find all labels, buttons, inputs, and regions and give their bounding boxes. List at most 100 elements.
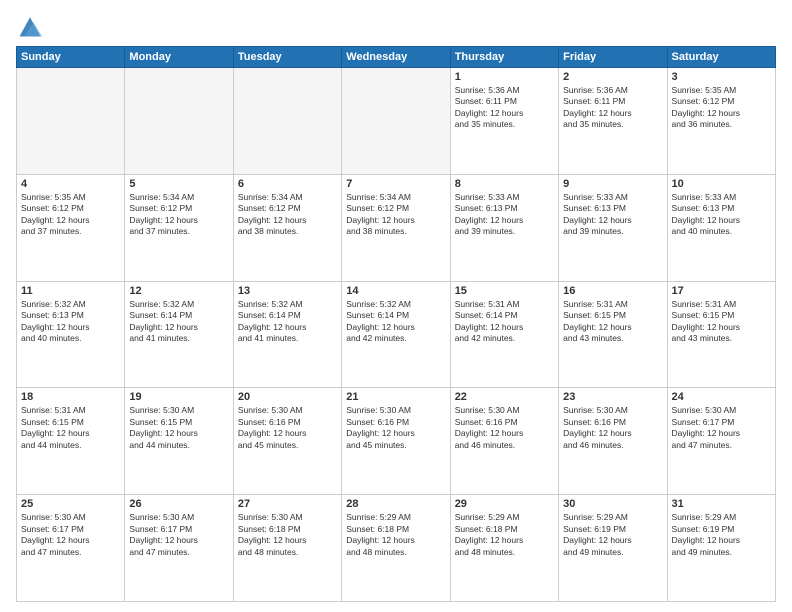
day-info: Sunrise: 5:32 AM Sunset: 6:14 PM Dayligh… [346,299,445,345]
day-info: Sunrise: 5:30 AM Sunset: 6:16 PM Dayligh… [563,405,662,451]
day-number: 2 [563,71,662,83]
day-number: 13 [238,285,337,297]
calendar-week-row: 18 Sunrise: 5:31 AM Sunset: 6:15 PM Dayli… [17,388,776,495]
calendar-cell: 11 Sunrise: 5:32 AM Sunset: 6:13 PM Dayli… [17,281,125,388]
day-info: Sunrise: 5:30 AM Sunset: 6:15 PM Dayligh… [129,405,228,451]
day-number: 30 [563,498,662,510]
day-number: 7 [346,178,445,190]
day-number: 21 [346,391,445,403]
day-info: Sunrise: 5:35 AM Sunset: 6:12 PM Dayligh… [672,85,771,131]
day-number: 3 [672,71,771,83]
day-number: 9 [563,178,662,190]
calendar-cell: 15 Sunrise: 5:31 AM Sunset: 6:14 PM Dayli… [450,281,558,388]
calendar-cell: 1 Sunrise: 5:36 AM Sunset: 6:11 PM Daylig… [450,68,558,175]
day-info: Sunrise: 5:29 AM Sunset: 6:18 PM Dayligh… [346,512,445,558]
calendar-cell: 10Sunrise: 5:33 AM Sunset: 6:13 PM Dayli… [667,174,775,281]
day-info: Sunrise: 5:31 AM Sunset: 6:15 PM Dayligh… [563,299,662,345]
day-number: 15 [455,285,554,297]
calendar-week-row: 1 Sunrise: 5:36 AM Sunset: 6:11 PM Daylig… [17,68,776,175]
calendar-cell: 17Sunrise: 5:31 AM Sunset: 6:15 PM Dayli… [667,281,775,388]
calendar-header-friday: Friday [559,47,667,68]
day-number: 27 [238,498,337,510]
day-number: 12 [129,285,228,297]
day-info: Sunrise: 5:29 AM Sunset: 6:19 PM Dayligh… [672,512,771,558]
day-number: 24 [672,391,771,403]
calendar-cell: 3 Sunrise: 5:35 AM Sunset: 6:12 PM Daylig… [667,68,775,175]
day-number: 28 [346,498,445,510]
calendar-cell: 14 Sunrise: 5:32 AM Sunset: 6:14 PM Dayli… [342,281,450,388]
page-container: SundayMondayTuesdayWednesdayThursdayFrid… [0,0,792,612]
calendar-cell: 4 Sunrise: 5:35 AM Sunset: 6:12 PM Daylig… [17,174,125,281]
calendar-cell: 22Sunrise: 5:30 AM Sunset: 6:16 PM Dayli… [450,388,558,495]
day-info: Sunrise: 5:36 AM Sunset: 6:11 PM Dayligh… [455,85,554,131]
calendar-cell: 6Sunrise: 5:34 AM Sunset: 6:12 PM Daylig… [233,174,341,281]
day-number: 1 [455,71,554,83]
day-number: 14 [346,285,445,297]
day-number: 31 [672,498,771,510]
day-info: Sunrise: 5:32 AM Sunset: 6:13 PM Dayligh… [21,299,120,345]
calendar-cell: 16 Sunrise: 5:31 AM Sunset: 6:15 PM Dayli… [559,281,667,388]
calendar-cell: 28 Sunrise: 5:29 AM Sunset: 6:18 PM Dayli… [342,495,450,602]
day-number: 6 [238,178,337,190]
day-info: Sunrise: 5:30 AM Sunset: 6:16 PM Dayligh… [238,405,337,451]
day-number: 26 [129,498,228,510]
calendar-cell: 20 Sunrise: 5:30 AM Sunset: 6:16 PM Dayli… [233,388,341,495]
calendar-cell: 7 Sunrise: 5:34 AM Sunset: 6:12 PM Daylig… [342,174,450,281]
calendar-header-saturday: Saturday [667,47,775,68]
day-number: 5 [129,178,228,190]
calendar-week-row: 4 Sunrise: 5:35 AM Sunset: 6:12 PM Daylig… [17,174,776,281]
day-number: 20 [238,391,337,403]
calendar-header-wednesday: Wednesday [342,47,450,68]
day-number: 10 [672,178,771,190]
day-info: Sunrise: 5:34 AM Sunset: 6:12 PM Dayligh… [346,192,445,238]
calendar-week-row: 11 Sunrise: 5:32 AM Sunset: 6:13 PM Dayli… [17,281,776,388]
day-info: Sunrise: 5:30 AM Sunset: 6:17 PM Dayligh… [672,405,771,451]
day-number: 18 [21,391,120,403]
calendar-header-thursday: Thursday [450,47,558,68]
day-info: Sunrise: 5:30 AM Sunset: 6:18 PM Dayligh… [238,512,337,558]
day-number: 16 [563,285,662,297]
calendar-cell: 8Sunrise: 5:33 AM Sunset: 6:13 PM Daylig… [450,174,558,281]
calendar-header-row: SundayMondayTuesdayWednesdayThursdayFrid… [17,47,776,68]
calendar-cell [125,68,233,175]
day-number: 29 [455,498,554,510]
calendar-cell: 30 Sunrise: 5:29 AM Sunset: 6:19 PM Dayli… [559,495,667,602]
calendar-cell: 18 Sunrise: 5:31 AM Sunset: 6:15 PM Dayli… [17,388,125,495]
calendar-cell: 2 Sunrise: 5:36 AM Sunset: 6:11 PM Daylig… [559,68,667,175]
day-info: Sunrise: 5:32 AM Sunset: 6:14 PM Dayligh… [238,299,337,345]
calendar-cell: 19 Sunrise: 5:30 AM Sunset: 6:15 PM Dayli… [125,388,233,495]
calendar-cell: 27 Sunrise: 5:30 AM Sunset: 6:18 PM Dayli… [233,495,341,602]
calendar-cell: 23Sunrise: 5:30 AM Sunset: 6:16 PM Dayli… [559,388,667,495]
day-info: Sunrise: 5:29 AM Sunset: 6:19 PM Dayligh… [563,512,662,558]
day-info: Sunrise: 5:30 AM Sunset: 6:16 PM Dayligh… [346,405,445,451]
day-number: 22 [455,391,554,403]
day-number: 4 [21,178,120,190]
day-info: Sunrise: 5:31 AM Sunset: 6:15 PM Dayligh… [672,299,771,345]
calendar-cell: 13 Sunrise: 5:32 AM Sunset: 6:14 PM Dayli… [233,281,341,388]
calendar-cell: 5Sunrise: 5:34 AM Sunset: 6:12 PM Daylig… [125,174,233,281]
day-number: 25 [21,498,120,510]
day-info: Sunrise: 5:30 AM Sunset: 6:17 PM Dayligh… [21,512,120,558]
calendar-cell [233,68,341,175]
day-info: Sunrise: 5:31 AM Sunset: 6:14 PM Dayligh… [455,299,554,345]
calendar-cell: 21 Sunrise: 5:30 AM Sunset: 6:16 PM Dayli… [342,388,450,495]
day-info: Sunrise: 5:35 AM Sunset: 6:12 PM Dayligh… [21,192,120,238]
page-header [16,12,776,40]
logo [16,12,48,40]
calendar-cell: 25 Sunrise: 5:30 AM Sunset: 6:17 PM Dayli… [17,495,125,602]
day-number: 11 [21,285,120,297]
day-info: Sunrise: 5:36 AM Sunset: 6:11 PM Dayligh… [563,85,662,131]
calendar-cell: 24 Sunrise: 5:30 AM Sunset: 6:17 PM Dayli… [667,388,775,495]
calendar-cell: 9 Sunrise: 5:33 AM Sunset: 6:13 PM Daylig… [559,174,667,281]
day-info: Sunrise: 5:30 AM Sunset: 6:17 PM Dayligh… [129,512,228,558]
calendar-cell: 29Sunrise: 5:29 AM Sunset: 6:18 PM Dayli… [450,495,558,602]
day-info: Sunrise: 5:33 AM Sunset: 6:13 PM Dayligh… [563,192,662,238]
calendar-cell: 26 Sunrise: 5:30 AM Sunset: 6:17 PM Dayli… [125,495,233,602]
day-info: Sunrise: 5:31 AM Sunset: 6:15 PM Dayligh… [21,405,120,451]
calendar-table: SundayMondayTuesdayWednesdayThursdayFrid… [16,46,776,602]
calendar-cell: 31 Sunrise: 5:29 AM Sunset: 6:19 PM Dayli… [667,495,775,602]
day-number: 19 [129,391,228,403]
calendar-cell: 12 Sunrise: 5:32 AM Sunset: 6:14 PM Dayli… [125,281,233,388]
day-info: Sunrise: 5:32 AM Sunset: 6:14 PM Dayligh… [129,299,228,345]
calendar-header-monday: Monday [125,47,233,68]
